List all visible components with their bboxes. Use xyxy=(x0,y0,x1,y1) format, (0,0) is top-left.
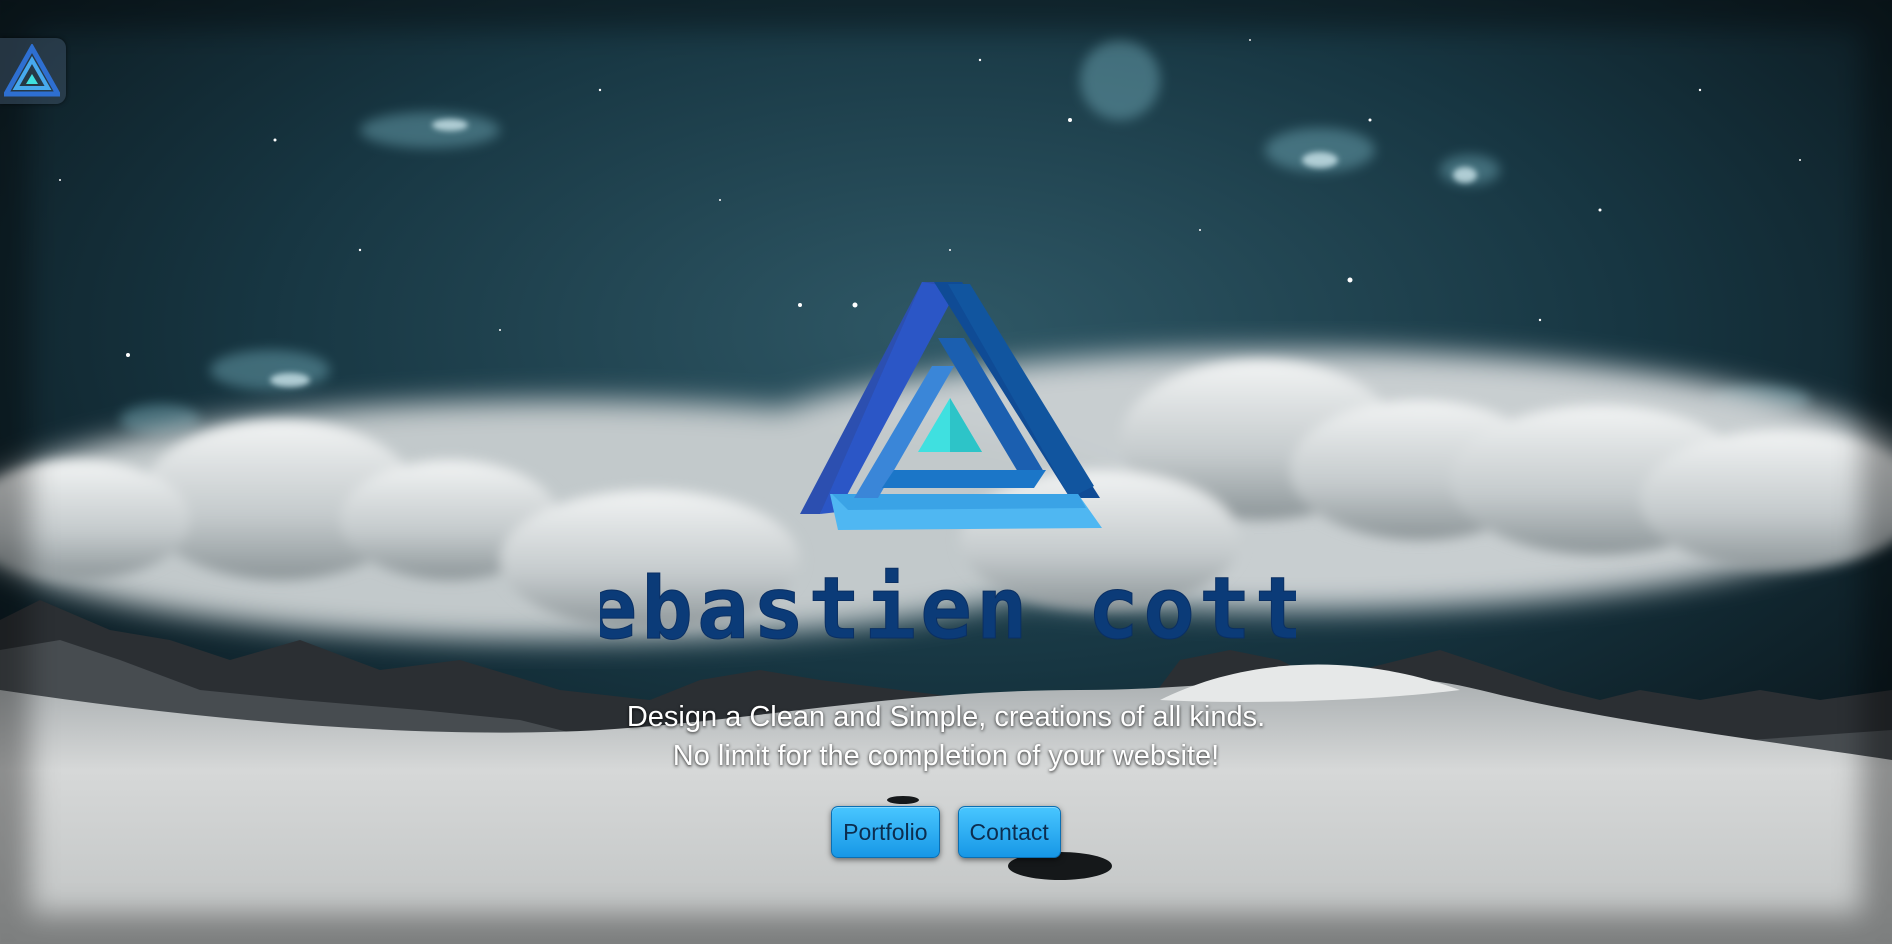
triangle-logo-icon xyxy=(4,44,60,97)
tagline: Design a Clean and Simple, creations of … xyxy=(0,698,1892,776)
impossible-triangle-logo-icon xyxy=(800,282,1102,530)
tagline-line-2: No limit for the completion of your webs… xyxy=(672,740,1220,772)
nav-buttons: Portfolio Contact xyxy=(0,806,1892,858)
home-logo-button[interactable] xyxy=(0,38,66,104)
portfolio-button[interactable]: Portfolio xyxy=(831,806,940,858)
contact-button[interactable]: Contact xyxy=(957,806,1061,858)
svg-text:sebastien cotta: sebastien cotta xyxy=(600,566,1296,659)
sebastien-cotta-wordmark: sebastien cotta xyxy=(600,566,1296,660)
tagline-line-1: Design a Clean and Simple, creations of … xyxy=(626,701,1266,733)
